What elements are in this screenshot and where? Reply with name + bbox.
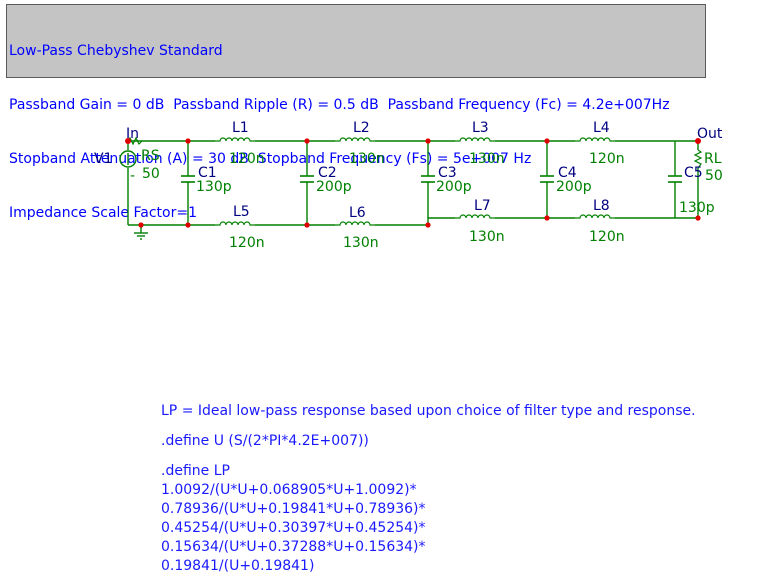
node-bottom-2 <box>304 222 310 228</box>
source-sign-label: - <box>130 168 135 184</box>
l1-value-label: 120n <box>229 151 265 167</box>
node-bottom-1 <box>185 222 191 228</box>
rl-name-label: RL <box>704 151 722 167</box>
l8-value-label: 120n <box>589 229 625 245</box>
c3-value-label: 200p <box>436 179 472 195</box>
l2-name-label: L2 <box>353 120 370 136</box>
lp-term-5: 0.19841/(U+0.19841) <box>161 558 315 574</box>
inductor-l8-icon <box>575 214 615 219</box>
l6-value-label: 130n <box>343 235 379 251</box>
l7-value-label: 130n <box>469 229 505 245</box>
lp-term-4: 0.15634/(U*U+0.37288*U+0.15634)* <box>161 539 426 555</box>
capacitor-c5-icon <box>668 175 682 183</box>
l5-value-label: 120n <box>229 235 265 251</box>
lp-term-3: 0.45254/(U*U+0.30397*U+0.45254)* <box>161 520 426 536</box>
inductor-l7-icon <box>455 214 495 219</box>
node-bottom-3 <box>425 222 431 228</box>
node-bottom-gnd <box>138 222 144 228</box>
inductor-l3-icon <box>455 137 495 142</box>
inductor-l6-icon <box>335 221 375 226</box>
node-top-1 <box>185 138 191 144</box>
define-lp-line: .define LP <box>161 463 230 479</box>
l3-value-label: 130n <box>469 151 505 167</box>
l2-value-label: 130n <box>349 151 385 167</box>
lp-term-2: 0.78936/(U*U+0.19841*U+0.78936)* <box>161 501 426 517</box>
lp-term-1: 1.0092/(U*U+0.068905*U+1.0092)* <box>161 482 417 498</box>
lp-description: LP = Ideal low-pass response based upon … <box>161 403 696 419</box>
node-bottom-5 <box>695 215 701 221</box>
inductor-l5-icon <box>215 221 255 226</box>
out-label: Out <box>697 126 723 142</box>
rs-name-label: RS <box>141 148 160 164</box>
l8-name-label: L8 <box>593 198 610 214</box>
rs-value-label: 50 <box>142 166 160 182</box>
node-top-4 <box>544 138 550 144</box>
capacitor-c2-icon <box>300 175 314 183</box>
response-definition-notes: LP = Ideal low-pass response based upon … <box>161 402 696 576</box>
l1-name-label: L1 <box>232 120 249 136</box>
capacitor-c4-icon <box>540 175 554 183</box>
define-u-line: .define U (S/(2*PI*4.2E+007)) <box>161 433 369 449</box>
rl-value-label: 50 <box>705 168 723 184</box>
capacitor-c3-icon <box>421 175 435 183</box>
l5-name-label: L5 <box>233 204 250 220</box>
inductor-l1-icon <box>215 137 255 142</box>
node-bottom-4 <box>544 215 550 221</box>
c5-name-label: C5 <box>684 165 703 181</box>
l3-name-label: L3 <box>472 120 489 136</box>
inductor-l2-icon <box>335 137 375 142</box>
l4-value-label: 120n <box>589 151 625 167</box>
ground-icon <box>134 232 148 240</box>
c2-value-label: 200p <box>316 179 352 195</box>
node-top-2 <box>304 138 310 144</box>
voltage-source-icon <box>119 150 137 168</box>
wire-bottom-2 <box>375 217 455 226</box>
source-name-label: V1 <box>94 151 112 167</box>
inductor-l4-icon <box>575 137 615 142</box>
l7-name-label: L7 <box>474 198 491 214</box>
node-top-3 <box>425 138 431 144</box>
c5-value-label: 130p <box>679 200 715 216</box>
in-label: In <box>126 126 139 142</box>
capacitor-c1-icon <box>181 175 195 183</box>
l6-name-label: L6 <box>349 205 366 221</box>
c1-value-label: 130p <box>196 179 232 195</box>
c4-value-label: 200p <box>556 179 592 195</box>
l4-name-label: L4 <box>593 120 610 136</box>
